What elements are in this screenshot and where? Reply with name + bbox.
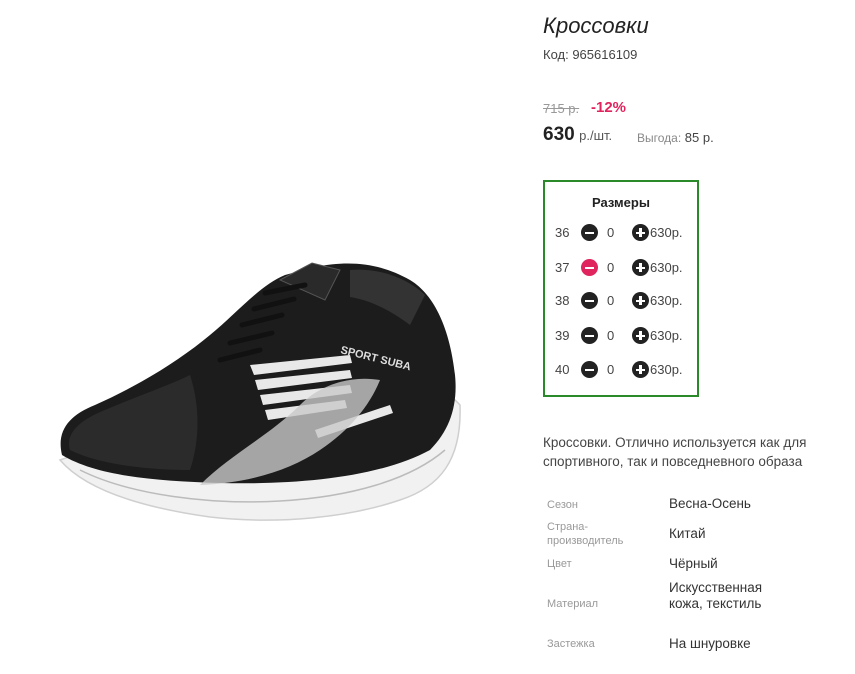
saving-label: Выгода:	[637, 131, 682, 145]
property-label: Страна-производитель	[547, 521, 624, 547]
property-label: Сезон	[547, 499, 578, 511]
increase-quantity-button[interactable]	[632, 292, 649, 309]
size-price: 630р.	[650, 260, 683, 275]
price-row: 630 р./шт.	[543, 124, 612, 146]
property-value: Искусственная кожа, текстиль	[669, 580, 763, 611]
quantity-value: 0	[607, 328, 615, 343]
size-row: 39 0 630р.	[545, 327, 697, 345]
size-row: 40 0 630р.	[545, 361, 697, 379]
product-description: Кроссовки. Отлично используется как для …	[543, 435, 807, 469]
increase-quantity-button[interactable]	[632, 259, 649, 276]
property-value: Китай	[669, 526, 706, 541]
decrease-quantity-button[interactable]	[581, 361, 598, 378]
saving-value: 85 р.	[684, 130, 714, 145]
sneaker-image: SPORT SUBA	[58, 262, 461, 521]
property-value: Весна-Осень	[669, 496, 751, 511]
saving: Выгода: 85 р.	[637, 130, 714, 145]
sizes-panel: Размеры 36 0 630р. 37 0 630р. 38 0 630р.…	[543, 180, 699, 397]
increase-quantity-button[interactable]	[632, 361, 649, 378]
size-price: 630р.	[650, 328, 683, 343]
quantity-value: 0	[607, 293, 615, 308]
property-label: Материал	[547, 598, 598, 610]
price-unit: р./шт.	[579, 128, 613, 143]
quantity-value: 0	[607, 225, 615, 240]
product-title: Кроссовки	[543, 13, 649, 38]
property-label: Цвет	[547, 558, 572, 570]
old-price: 715 р.	[543, 101, 580, 116]
decrease-quantity-button[interactable]	[581, 292, 598, 309]
product-code: Код: 965616109	[543, 47, 638, 62]
quantity-value: 0	[607, 260, 615, 275]
size-number: 39	[555, 328, 570, 343]
property-label: Застежка	[547, 638, 595, 650]
size-row: 37 0 630р.	[545, 259, 697, 277]
size-number: 36	[555, 225, 570, 240]
size-row: 38 0 630р.	[545, 292, 697, 310]
decrease-quantity-button[interactable]	[581, 327, 598, 344]
discount-badge: -12%	[591, 99, 627, 116]
size-number: 40	[555, 362, 570, 377]
quantity-value: 0	[607, 362, 615, 377]
size-price: 630р.	[650, 225, 683, 240]
property-value: На шнуровке	[669, 636, 751, 651]
size-number: 37	[555, 260, 570, 275]
size-price: 630р.	[650, 293, 683, 308]
product-photo[interactable]: SPORT SUBA	[0, 0, 520, 674]
sizes-title: Размеры	[592, 195, 650, 210]
size-price: 630р.	[650, 362, 683, 377]
decrease-quantity-button[interactable]	[581, 259, 598, 276]
price: 630	[543, 124, 575, 145]
increase-quantity-button[interactable]	[632, 224, 649, 241]
increase-quantity-button[interactable]	[632, 327, 649, 344]
size-row: 36 0 630р.	[545, 224, 697, 242]
size-number: 38	[555, 293, 570, 308]
property-value: Чёрный	[669, 556, 718, 571]
decrease-quantity-button[interactable]	[581, 224, 598, 241]
